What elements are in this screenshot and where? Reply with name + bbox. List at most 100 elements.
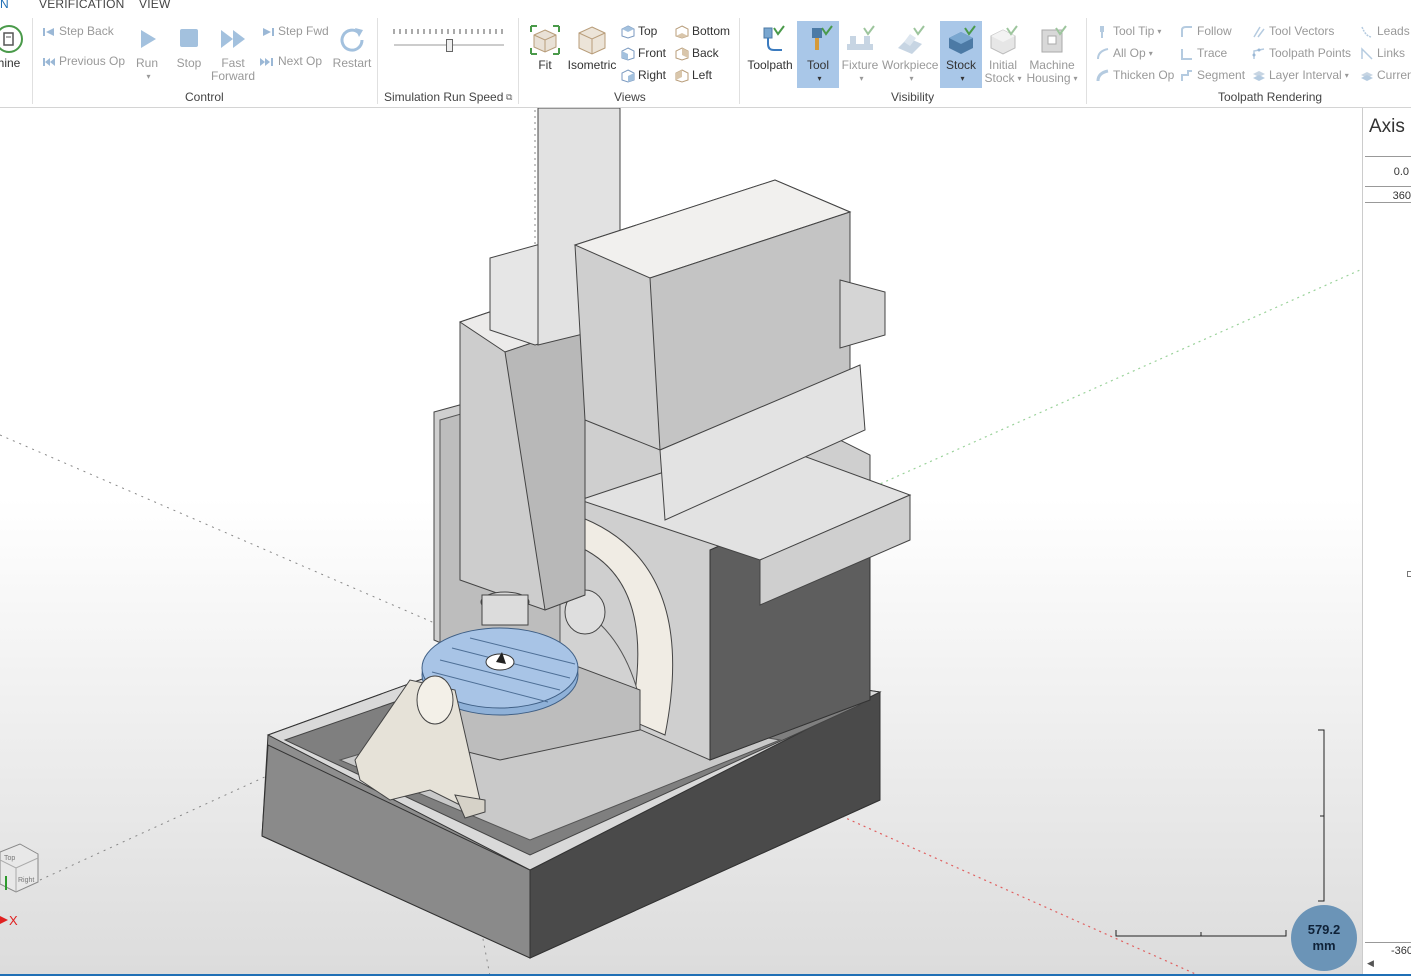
cube-left-icon bbox=[675, 69, 689, 83]
tool-tip-icon bbox=[1100, 25, 1104, 38]
all-op-button[interactable]: All Op ▾ bbox=[1096, 44, 1153, 62]
next-op-button[interactable]: Next Op bbox=[259, 52, 322, 70]
view-left-button[interactable]: Left bbox=[675, 66, 712, 84]
toolpath-points-button[interactable]: Toolpath Points bbox=[1252, 44, 1351, 62]
views-group-label: Views bbox=[614, 90, 646, 104]
tab-view[interactable]: VIEW bbox=[139, 0, 170, 11]
visibility-group-label: Visibility bbox=[891, 90, 935, 104]
axis-panel: Axis C 0.0 360 -360 ◀ bbox=[1362, 108, 1411, 974]
scale-value: 579.2 bbox=[1307, 922, 1341, 937]
rendering-group-label: Toolpath Rendering bbox=[1218, 90, 1323, 104]
fit-button[interactable]: Fit bbox=[526, 24, 564, 72]
toolpath-icon bbox=[763, 25, 785, 51]
view-front-button[interactable]: Front bbox=[621, 44, 666, 62]
tool-vectors-icon bbox=[1253, 26, 1265, 38]
play-icon bbox=[141, 30, 156, 48]
previous-op-icon bbox=[43, 57, 55, 66]
cube-back-icon bbox=[675, 47, 689, 61]
axis-value-min: -360 bbox=[1390, 945, 1411, 957]
scale-unit: mm bbox=[1312, 938, 1336, 953]
step-back-icon bbox=[43, 27, 54, 36]
axis-slider-marker[interactable] bbox=[1407, 571, 1411, 577]
next-op-icon bbox=[260, 57, 273, 66]
step-back-button[interactable]: Step Back bbox=[42, 22, 114, 40]
view-cube[interactable]: Top Right X bbox=[0, 840, 50, 930]
simulation-speed-slider[interactable] bbox=[392, 26, 506, 52]
stock-icon bbox=[949, 25, 976, 54]
axis-value-max: 360 bbox=[1392, 190, 1411, 202]
step-fwd-icon bbox=[263, 27, 274, 36]
isometric-button[interactable]: Isometric bbox=[567, 24, 617, 72]
stock-toggle-button[interactable]: Stock ▾ bbox=[940, 21, 982, 88]
view-back-button[interactable]: Back bbox=[675, 44, 719, 62]
segment-button[interactable]: Segment bbox=[1180, 66, 1245, 84]
trace-button[interactable]: Trace bbox=[1180, 44, 1227, 62]
machine-housing-toggle-button[interactable]: Machine Housing ▾ bbox=[1024, 24, 1080, 85]
toolpath-points-icon bbox=[1252, 48, 1265, 59]
initial-stock-icon bbox=[990, 25, 1018, 55]
scale-badge: 579.2 mm bbox=[1291, 905, 1357, 971]
layer-interval-button[interactable]: Layer Interval ▾ bbox=[1252, 66, 1349, 84]
view-cube-top-face: Top bbox=[4, 855, 15, 862]
follow-button[interactable]: Follow bbox=[1180, 22, 1232, 40]
tab-verification[interactable]: VERIFICATION bbox=[39, 0, 125, 11]
control-group-label: Control bbox=[185, 90, 224, 104]
dialog-launcher-icon[interactable]: ⧉ bbox=[506, 92, 512, 103]
ribbon-tab-bar: N VERIFICATION VIEW bbox=[0, 0, 1411, 14]
trace-icon bbox=[1181, 48, 1192, 60]
segment-icon bbox=[1181, 69, 1192, 81]
axis-panel-title: Axis C bbox=[1369, 116, 1411, 137]
speed-slider-thumb[interactable] bbox=[446, 39, 453, 52]
speed-group-label: Simulation Run Speed bbox=[384, 90, 504, 104]
tool-vectors-button[interactable]: Tool Vectors bbox=[1252, 22, 1334, 40]
fixture-toggle-button[interactable]: Fixture ▾ bbox=[840, 24, 880, 85]
thicken-op-icon bbox=[1096, 69, 1109, 81]
current-button[interactable]: Curren bbox=[1360, 66, 1411, 84]
workpiece-toggle-button[interactable]: Workpiece ▾ bbox=[882, 24, 938, 85]
machine-label: hine bbox=[0, 56, 21, 70]
follow-icon bbox=[1181, 25, 1192, 37]
view-right-button[interactable]: Right bbox=[621, 66, 666, 84]
links-icon bbox=[1361, 47, 1373, 60]
view-cube-right-face: Right bbox=[18, 877, 34, 884]
links-button[interactable]: Links bbox=[1360, 44, 1405, 62]
axis-x-label: X bbox=[9, 913, 18, 928]
isometric-cube-icon bbox=[578, 26, 606, 55]
stop-icon bbox=[180, 29, 198, 47]
machine-button[interactable]: hine bbox=[0, 24, 26, 70]
tool-tip-button[interactable]: Tool Tip ▾ bbox=[1096, 22, 1161, 40]
all-op-icon bbox=[1097, 47, 1109, 59]
fit-view-icon bbox=[530, 25, 560, 55]
previous-op-button[interactable]: Previous Op bbox=[42, 52, 125, 70]
leads-button[interactable]: Leads bbox=[1360, 22, 1410, 40]
cube-right-icon bbox=[621, 69, 635, 83]
workpiece-icon bbox=[898, 25, 925, 54]
cube-front-icon bbox=[621, 47, 635, 61]
tab-simulation[interactable]: N bbox=[0, 0, 9, 11]
fast-forward-icon bbox=[221, 30, 245, 48]
simulation-viewport[interactable]: Top Right X bbox=[0, 108, 1362, 974]
ribbon: hine Step Back Previous Op Run ▾ Stop Fas… bbox=[0, 14, 1411, 108]
fast-forward-button[interactable]: Fast Forward bbox=[210, 24, 256, 83]
thicken-op-button[interactable]: Thicken Op bbox=[1096, 66, 1174, 84]
initial-stock-toggle-button[interactable]: Initial Stock ▾ bbox=[982, 24, 1024, 85]
layer-interval-icon bbox=[1253, 70, 1265, 81]
run-button[interactable]: Run ▾ bbox=[132, 24, 162, 83]
fixture-icon bbox=[847, 25, 875, 50]
axis-value-current: 0.0 bbox=[1393, 166, 1409, 178]
scroll-left-arrow[interactable]: ◀ bbox=[1367, 958, 1383, 972]
tool-icon bbox=[812, 25, 833, 50]
step-fwd-button[interactable]: Step Fwd bbox=[261, 22, 329, 40]
view-bottom-button[interactable]: Bottom bbox=[675, 22, 730, 40]
view-top-button[interactable]: Top bbox=[621, 22, 657, 40]
restart-icon bbox=[340, 28, 364, 52]
cube-bottom-icon bbox=[675, 25, 689, 39]
cube-top-icon bbox=[621, 25, 635, 39]
machine-icon bbox=[0, 25, 23, 53]
tool-toggle-button[interactable]: Tool ▾ bbox=[797, 21, 839, 88]
machine-housing-icon bbox=[1041, 25, 1067, 53]
toolpath-toggle-button[interactable]: Toolpath bbox=[745, 24, 795, 72]
stop-button[interactable]: Stop bbox=[174, 24, 204, 70]
scale-ruler bbox=[1115, 729, 1325, 937]
restart-button[interactable]: Restart bbox=[332, 24, 372, 70]
